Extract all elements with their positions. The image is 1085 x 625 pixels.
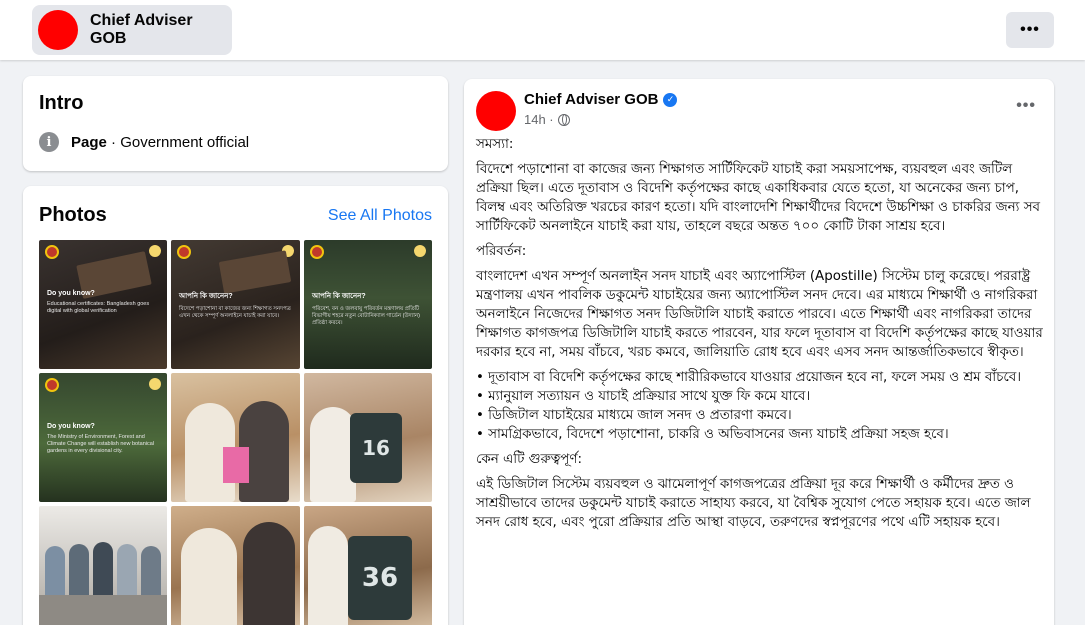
- page-avatar: [38, 10, 78, 50]
- photo-tile[interactable]: Do you know? The Ministry of Environment…: [39, 373, 167, 502]
- books-graphic: [218, 250, 292, 294]
- intro-card: Intro i Page · Government official: [23, 76, 448, 171]
- photo-title: Do you know?: [47, 290, 95, 297]
- top-bar: Chief Adviser GOB •••: [0, 0, 1085, 60]
- intro-category-bold: Page: [71, 133, 107, 151]
- photo-tile[interactable]: আপনি কি জানেন? বিদেশে পড়াশোনা বা কাজের …: [171, 240, 300, 369]
- post-paragraph: বিদেশে পড়াশোনা বা কাজের জন্য শিক্ষাগত স…: [476, 162, 1040, 234]
- list-item: • দূতাবাস বা বিদেশি কর্তৃপক্ষের কাছে শার…: [476, 370, 1022, 385]
- photo-caption: Educational certificates: Bangladesh goe…: [47, 301, 150, 314]
- photo-tile[interactable]: 36: [304, 506, 432, 625]
- post-paragraph: এই ডিজিটাল সিস্টেম ব্যয়বহুল ও ঝামেলাপূর…: [476, 477, 1031, 530]
- more-options-button[interactable]: •••: [1006, 12, 1054, 48]
- post-paragraph: বাংলাদেশ এখন সম্পূর্ণ অনলাইন সনদ যাচাই এ…: [476, 269, 1043, 360]
- post-time-row: 14h ·: [524, 112, 677, 127]
- person-figure: [93, 542, 113, 596]
- photos-card: Photos See All Photos Do you know? Educa…: [23, 186, 448, 625]
- globe-icon: [557, 113, 570, 126]
- jersey-graphic: 16: [350, 413, 402, 483]
- photo-title: Do you know?: [47, 423, 95, 430]
- person-figure: [69, 544, 89, 596]
- list-item: • ডিজিটাল যাচাইয়ের মাধ্যমে জাল সনদ ও প্…: [476, 408, 792, 423]
- list-item: • ম্যানুয়াল সত্যায়ন ও যাচাই প্রক্রিয়া…: [476, 389, 811, 404]
- page-name: Chief Adviser GOB: [90, 12, 193, 47]
- photo-overlay: Do you know? Educational certificates: B…: [47, 290, 159, 315]
- person-figure: [243, 522, 295, 625]
- person-figure: [45, 546, 65, 596]
- post-meta: Chief Adviser GOB ✓ 14h ·: [524, 91, 678, 131]
- post-timestamp[interactable]: 14h ·: [524, 112, 554, 127]
- page-switcher[interactable]: Chief Adviser GOB: [32, 5, 232, 55]
- see-all-photos-link[interactable]: See All Photos: [328, 207, 432, 225]
- photos-grid: Do you know? Educational certificates: B…: [39, 240, 432, 625]
- post-options-button[interactable]: •••: [1016, 97, 1036, 115]
- emblem-icon: [149, 378, 161, 390]
- photo-overlay: আপনি কি জানেন? বিদেশে পড়াশোনা বা কাজের …: [179, 290, 292, 320]
- photo-caption: পরিবেশ, বন ও জলবায়ু পরিবর্তন মন্ত্রণালয…: [312, 306, 420, 326]
- photo-overlay: Do you know? The Ministry of Environment…: [47, 423, 159, 455]
- photos-header: Photos See All Photos: [39, 204, 432, 227]
- photo-title: আপনি কি জানেন?: [179, 293, 233, 300]
- emblem-icon: [149, 245, 161, 257]
- photo-overlay: আপনি কি জানেন? পরিবেশ, বন ও জলবায়ু পরিব…: [312, 290, 424, 327]
- photo-title: আপনি কি জানেন?: [312, 293, 366, 300]
- emblem-icon: [414, 245, 426, 257]
- jersey-graphic: 36: [348, 536, 412, 620]
- post-card: Chief Adviser GOB ✓ 14h · ••• সমস্যা: বি…: [464, 79, 1054, 625]
- photo-tile[interactable]: [171, 506, 300, 625]
- post-body: সমস্যা: বিদেশে পড়াশোনা বা কাজের জন্য শি…: [476, 135, 1046, 532]
- govt-seal-icon: [310, 245, 324, 259]
- person-figure: [308, 526, 348, 625]
- photo-tile[interactable]: [171, 373, 300, 502]
- photo-caption: বিদেশে পড়াশোনা বা কাজের জন্য শিক্ষাগত স…: [179, 306, 291, 319]
- govt-seal-icon: [45, 378, 59, 392]
- post-heading-problem: সমস্যা:: [476, 137, 514, 152]
- photo-tile[interactable]: আপনি কি জানেন? পরিবেশ, বন ও জলবায়ু পরিব…: [304, 240, 432, 369]
- post-heading-why: কেন এটি গুরুত্বপূর্ণ:: [476, 452, 582, 467]
- photos-title: Photos: [39, 204, 107, 226]
- photo-tile[interactable]: [39, 506, 167, 625]
- list-item: • সামগ্রিকভাবে, বিদেশে পড়াশোনা, চাকরি ও…: [476, 427, 949, 442]
- person-figure: [141, 546, 161, 596]
- post-header: Chief Adviser GOB ✓ 14h ·: [476, 91, 678, 131]
- post-author-name[interactable]: Chief Adviser GOB: [524, 91, 658, 108]
- intro-category-text: · Government official: [106, 133, 250, 151]
- table-graphic: [39, 595, 167, 625]
- photo-tile[interactable]: 16: [304, 373, 432, 502]
- person-figure: [117, 544, 137, 596]
- post-heading-change: পরিবর্তন:: [476, 244, 527, 259]
- govt-seal-icon: [177, 245, 191, 259]
- certificate-graphic: [223, 447, 249, 483]
- photo-caption: The Ministry of Environment, Forest and …: [47, 434, 155, 454]
- post-author-avatar[interactable]: [476, 91, 516, 131]
- post-bullet-list: • দূতাবাস বা বিদেশি কর্তৃপক্ষের কাছে শার…: [476, 368, 1046, 444]
- verified-badge-icon: ✓: [663, 92, 678, 107]
- person-figure: [181, 528, 237, 625]
- govt-seal-icon: [45, 245, 59, 259]
- intro-category-row: i Page · Government official: [39, 132, 432, 152]
- intro-title: Intro: [39, 92, 84, 114]
- post-author-row: Chief Adviser GOB ✓: [524, 91, 678, 108]
- info-icon: i: [39, 132, 59, 152]
- photo-tile[interactable]: Do you know? Educational certificates: B…: [39, 240, 167, 369]
